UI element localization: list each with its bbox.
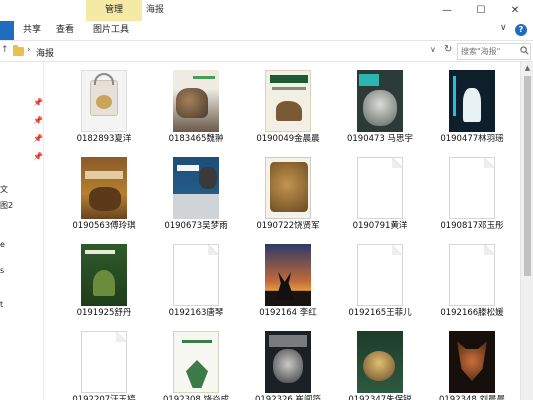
tab-view[interactable]: 查看 <box>50 21 80 40</box>
close-button[interactable]: ✕ <box>498 0 532 21</box>
file-name[interactable]: 0192165王菲儿 <box>334 306 426 318</box>
breadcrumb[interactable]: 海报 <box>36 46 54 59</box>
tab-file[interactable] <box>0 21 14 40</box>
file-name[interactable]: 0192326 崔闻箔 <box>242 393 334 400</box>
file-item[interactable]: 0183465魏翀 <box>150 62 242 149</box>
minimize-button[interactable]: — <box>430 0 464 21</box>
file-grid: 0182893夏洋 0183465魏翀 0190049金晨晨 0190473 马思宇 0… <box>58 62 520 400</box>
help-icon[interactable]: ? <box>515 24 527 36</box>
file-item[interactable]: 0192166滕松媛 <box>426 236 518 323</box>
file-name[interactable]: 0192207汪玉婷 <box>58 393 150 400</box>
image-thumbnail[interactable] <box>81 244 127 306</box>
file-item[interactable]: 0192163唐琴 <box>150 236 242 323</box>
blank-file-icon[interactable] <box>449 157 495 219</box>
file-item[interactable]: 0190563傅玲琪 <box>58 149 150 236</box>
file-name[interactable]: 0190477林羽瑶 <box>426 132 518 144</box>
image-thumbnail[interactable] <box>265 331 311 393</box>
search-box[interactable]: 搜索"海报" <box>457 43 531 60</box>
file-item[interactable]: 0192347朱保锐 <box>334 323 426 400</box>
file-item[interactable]: 0192326 崔闻箔 <box>242 323 334 400</box>
file-name[interactable]: 0192308 饶焱成 <box>150 393 242 400</box>
address-bar: ↑ › 海报 ∨ ↻ 搜索"海报" <box>0 40 533 62</box>
file-item[interactable]: 0191925舒丹 <box>58 236 150 323</box>
file-name[interactable]: 0192347朱保锐 <box>334 393 426 400</box>
chevron-down-icon[interactable]: ∨ <box>500 23 507 33</box>
file-name[interactable]: 0190473 马思宇 <box>334 132 426 144</box>
image-thumbnail[interactable] <box>357 70 403 132</box>
blank-file-icon[interactable] <box>81 331 127 393</box>
image-thumbnail[interactable] <box>357 331 403 393</box>
file-item[interactable]: 0182893夏洋 <box>58 62 150 149</box>
file-name[interactable]: 0190722饶贤军 <box>242 219 334 231</box>
image-thumbnail[interactable] <box>173 157 219 219</box>
search-input[interactable]: 搜索"海报" <box>461 46 500 57</box>
file-item[interactable]: 0190791黄洋 <box>334 149 426 236</box>
file-name[interactable]: 0183465魏翀 <box>150 132 242 144</box>
scroll-up-icon[interactable]: ▲ <box>521 64 533 72</box>
tab-picture-tools[interactable]: 图片工具 <box>87 21 135 40</box>
tab-share[interactable]: 共享 <box>17 21 47 40</box>
tab-manage[interactable]: 管理 <box>86 0 142 21</box>
search-icon[interactable] <box>520 46 529 55</box>
file-name[interactable]: 0190791黄洋 <box>334 219 426 231</box>
pin-icon[interactable]: 📌 <box>33 116 43 125</box>
chevron-right-icon[interactable]: › <box>27 45 31 55</box>
image-thumbnail[interactable] <box>265 244 311 306</box>
scrollbar-thumb[interactable] <box>524 76 531 276</box>
file-item[interactable]: 0190049金晨晨 <box>242 62 334 149</box>
pin-icon[interactable]: 📌 <box>33 98 43 107</box>
image-thumbnail[interactable] <box>173 331 219 393</box>
nav-item[interactable]: t <box>0 300 3 309</box>
image-thumbnail[interactable] <box>265 157 311 219</box>
file-item[interactable]: 0192165王菲儿 <box>334 236 426 323</box>
blank-file-icon[interactable] <box>449 244 495 306</box>
file-name[interactable]: 0182893夏洋 <box>58 132 150 144</box>
file-item[interactable]: 0190817邓玉彤 <box>426 149 518 236</box>
file-name[interactable]: 0192163唐琴 <box>150 306 242 318</box>
nav-item[interactable]: 文 <box>0 184 8 195</box>
up-arrow-icon[interactable]: ↑ <box>1 45 9 55</box>
pin-icon[interactable]: 📌 <box>33 152 43 161</box>
file-name[interactable]: 0192348 刘晨晨 <box>426 393 518 400</box>
image-thumbnail[interactable] <box>81 70 127 132</box>
nav-item[interactable]: e <box>0 240 5 249</box>
nav-item[interactable]: s <box>0 266 4 275</box>
blank-file-icon[interactable] <box>173 244 219 306</box>
blank-file-icon[interactable] <box>357 157 403 219</box>
file-item[interactable]: 0192164 李红 <box>242 236 334 323</box>
image-thumbnail[interactable] <box>173 70 219 132</box>
pin-icon[interactable]: 📌 <box>33 134 43 143</box>
ribbon-tabs: 共享 查看 图片工具 ∨ ? <box>0 21 533 40</box>
chevron-down-icon[interactable]: ∨ <box>430 45 436 54</box>
file-name[interactable]: 0190563傅玲琪 <box>58 219 150 231</box>
file-name[interactable]: 0192166滕松媛 <box>426 306 518 318</box>
file-item[interactable]: 0192348 刘晨晨 <box>426 323 518 400</box>
title-bar: 管理 海报 — ☐ ✕ <box>0 0 533 21</box>
window-title: 海报 <box>146 5 165 15</box>
nav-item[interactable]: 图2 <box>0 200 13 211</box>
image-thumbnail[interactable] <box>81 157 127 219</box>
file-name[interactable]: 0192164 李红 <box>242 306 334 318</box>
maximize-button[interactable]: ☐ <box>464 0 498 21</box>
file-explorer-window: 管理 海报 — ☐ ✕ 共享 查看 图片工具 ∨ ? ↑ › 海报 ∨ ↻ 搜索… <box>0 0 533 400</box>
refresh-icon[interactable]: ↻ <box>444 44 452 55</box>
image-thumbnail[interactable] <box>449 70 495 132</box>
file-item[interactable]: 0190673吴梦雨 <box>150 149 242 236</box>
image-thumbnail[interactable] <box>449 331 495 393</box>
file-item[interactable]: 0190473 马思宇 <box>334 62 426 149</box>
file-name[interactable]: 0191925舒丹 <box>58 306 150 318</box>
folder-icon <box>13 45 24 56</box>
file-name[interactable]: 0190673吴梦雨 <box>150 219 242 231</box>
file-name[interactable]: 0190817邓玉彤 <box>426 219 518 231</box>
file-name[interactable]: 0190049金晨晨 <box>242 132 334 144</box>
blank-file-icon[interactable] <box>357 244 403 306</box>
image-thumbnail[interactable] <box>265 70 311 132</box>
file-item[interactable]: 0190477林羽瑶 <box>426 62 518 149</box>
file-item[interactable]: 0190722饶贤军 <box>242 149 334 236</box>
navigation-pane: 📌 📌 📌 📌 文 图2 e s t <box>0 62 44 400</box>
file-item[interactable]: 0192308 饶焱成 <box>150 323 242 400</box>
file-item[interactable]: 0192207汪玉婷 <box>58 323 150 400</box>
scrollbar[interactable]: ▲ <box>520 62 533 400</box>
